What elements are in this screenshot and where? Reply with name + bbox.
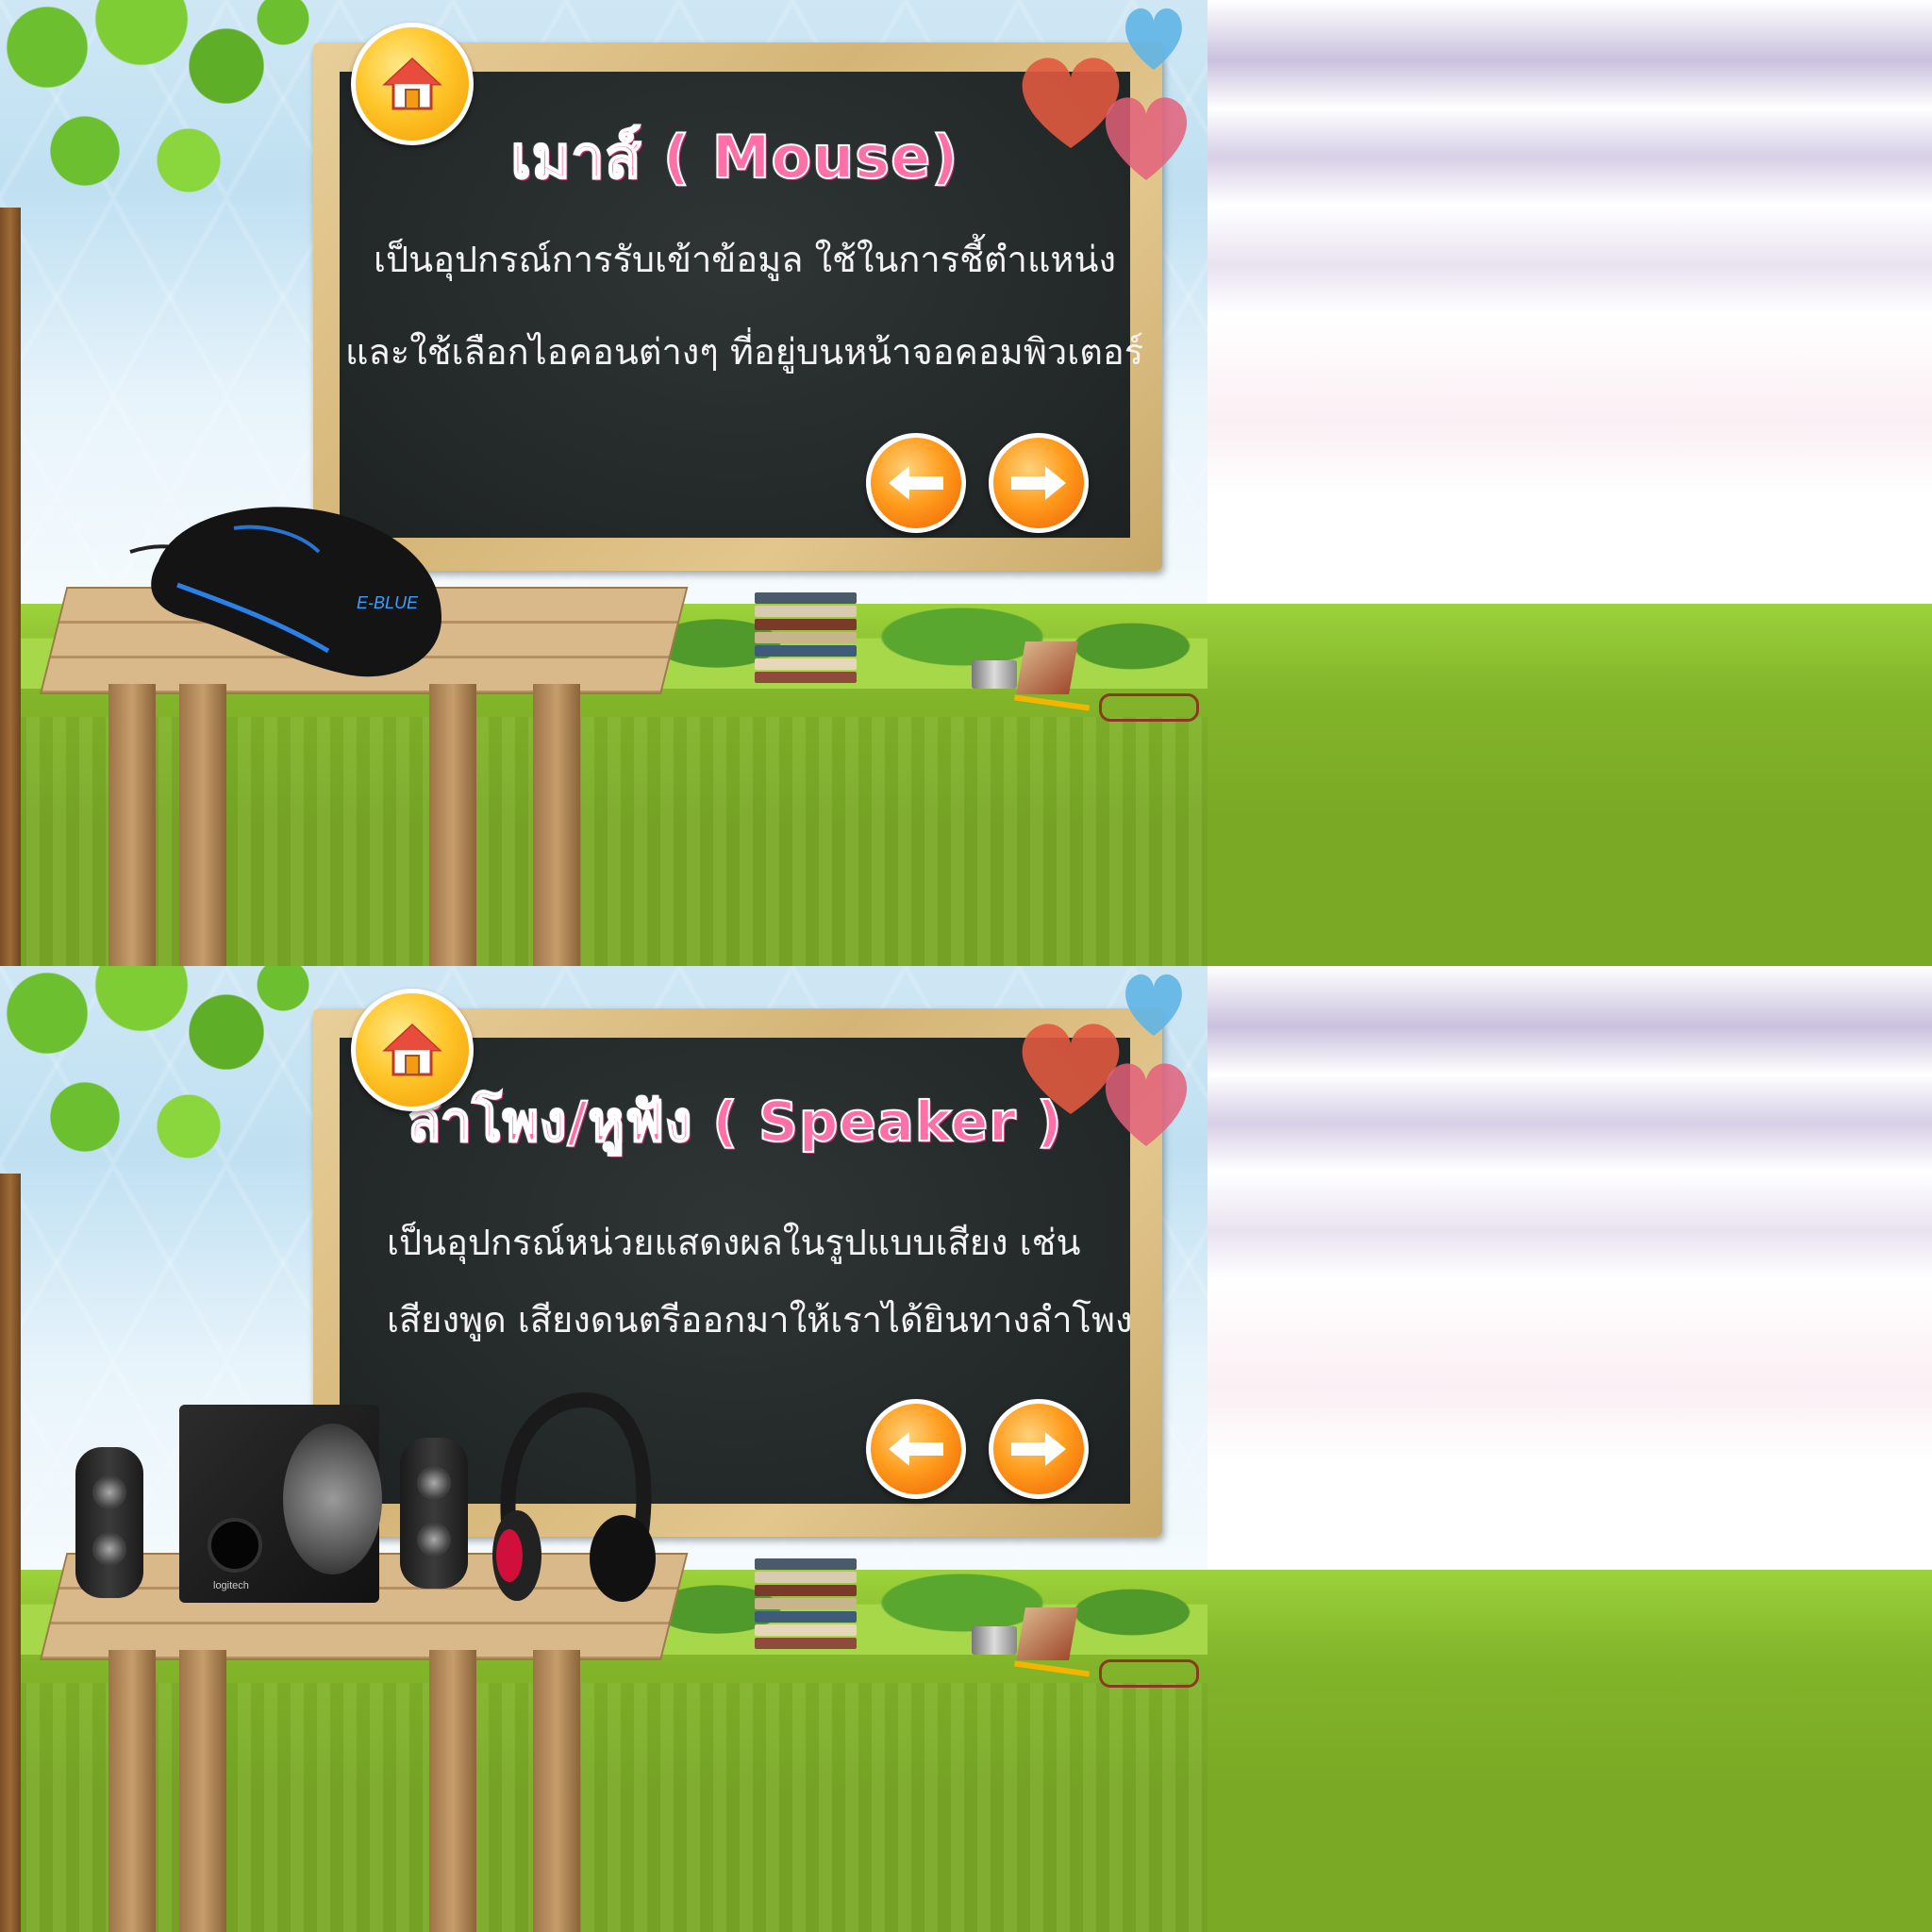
description-line-1: เป็นอุปกรณ์การรับเข้าข้อมูล ใช้ในการชี้ต… [374,239,1117,280]
prev-button[interactable] [866,1399,966,1499]
table-leg [429,684,476,966]
mug [972,1626,1017,1655]
table-leg [533,1650,580,1932]
sky-stretched-strip [1208,966,1932,1570]
arrow-left-icon [889,466,943,500]
book-stack [755,1558,866,1660]
headphones-image [492,1391,656,1602]
closed-book [1016,1607,1078,1660]
closed-book [1016,641,1078,694]
subwoofer: logitech [179,1405,382,1603]
slide-title: เมาส์ ( Mouse) [510,122,959,192]
heart-balloon-pink [1105,1063,1188,1146]
prev-button[interactable] [866,433,966,533]
eyeglasses [1099,1659,1199,1688]
slide-speaker: ลำโพง/หูฟัง ( Speaker ) เป็นอุปกรณ์หน่วย… [0,966,1932,1932]
description-line-2: เสียงพูด เสียงดนตรีออกมาให้เราได้ยินทางล… [387,1299,1133,1341]
book-stack [755,592,866,694]
table-leg [429,1650,476,1932]
gaming-mouse-image: E-BLUE [129,507,441,677]
heart-balloon-blue [1125,8,1182,71]
table-leg [533,684,580,966]
description-line-2: และใช้เลือกไอคอนต่างๆ ที่อยู่บนหน้าจอคอม… [345,331,1144,373]
home-icon [382,1023,442,1076]
tree-foliage [0,966,340,1240]
tree-trunk [0,208,21,966]
heart-balloon-blue [1125,974,1182,1036]
tree-trunk [0,1174,21,1932]
description-line-1: เป็นอุปกรณ์หน่วยแสดงผลในรูปแบบเสียง เช่น [387,1222,1081,1263]
home-icon [382,57,442,110]
table-leg [108,1650,156,1932]
sky-stretched-strip [1208,0,1932,604]
table-leg [179,1650,226,1932]
arrow-right-icon [1011,1432,1066,1466]
satellite-speaker-right [400,1438,468,1589]
tree-foliage [0,0,340,274]
home-button[interactable] [351,23,474,145]
arrow-left-icon [889,1432,943,1466]
table-leg [108,684,156,966]
table-leg [179,684,226,966]
home-button[interactable] [351,989,474,1111]
slide-mouse: เมาส์ ( Mouse) เป็นอุปกรณ์การรับเข้าข้อม… [0,0,1932,966]
mouse-brand-text: E-BLUE [357,593,419,612]
heart-balloon-pink [1105,97,1188,180]
satellite-speaker-left [75,1447,143,1598]
arrow-right-icon [1011,466,1066,500]
next-button[interactable] [989,433,1089,533]
speaker-brand-text: logitech [213,1580,249,1591]
mug [972,660,1017,689]
next-button[interactable] [989,1399,1089,1499]
eyeglasses [1099,693,1199,722]
